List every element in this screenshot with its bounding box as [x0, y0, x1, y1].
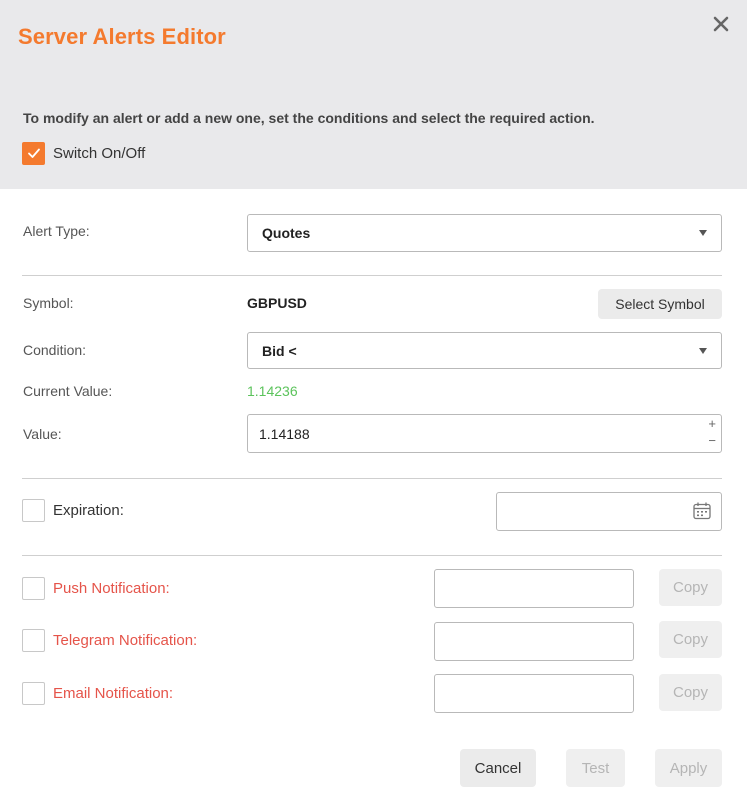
value-input-text[interactable]: 1.14188 [259, 426, 310, 442]
condition-value: Bid < [262, 342, 297, 359]
current-value-label: Current Value: [23, 383, 113, 399]
condition-select[interactable]: Bid < [247, 332, 722, 369]
divider [22, 478, 722, 479]
expiration-date-input[interactable] [496, 492, 722, 531]
apply-button[interactable]: Apply [655, 749, 722, 787]
alert-type-label: Alert Type: [23, 223, 90, 239]
dialog-instructions: To modify an alert or add a new one, set… [23, 110, 595, 126]
calendar-icon[interactable] [692, 501, 712, 526]
chevron-down-icon [699, 347, 707, 354]
select-symbol-button[interactable]: Select Symbol [598, 289, 722, 319]
chevron-down-icon [699, 230, 707, 236]
push-notification-checkbox[interactable] [22, 577, 45, 600]
divider [22, 275, 722, 276]
telegram-notification-label: Telegram Notification: [53, 632, 198, 649]
value-stepper[interactable]: 1.14188 + − [247, 414, 722, 453]
email-copy-button[interactable]: Copy [659, 674, 722, 711]
push-notification-input[interactable] [434, 569, 634, 608]
cancel-button[interactable]: Cancel [460, 749, 536, 787]
telegram-notification-checkbox[interactable] [22, 629, 45, 652]
telegram-notification-input[interactable] [434, 622, 634, 661]
increment-button[interactable]: + [708, 417, 716, 431]
expiration-label: Expiration: [53, 502, 124, 519]
divider [22, 555, 722, 556]
telegram-copy-button[interactable]: Copy [659, 621, 722, 658]
push-notification-label: Push Notification: [53, 580, 170, 597]
close-icon[interactable] [709, 12, 733, 36]
current-value: 1.14236 [247, 383, 298, 399]
test-button[interactable]: Test [566, 749, 625, 787]
alert-type-select[interactable]: Quotes [247, 214, 722, 252]
switch-checkbox[interactable] [22, 141, 45, 165]
email-notification-input[interactable] [434, 674, 634, 713]
condition-label: Condition: [23, 342, 87, 358]
value-label: Value: [23, 426, 62, 442]
push-copy-button[interactable]: Copy [659, 569, 722, 606]
dialog-header: Server Alerts Editor To modify an alert … [0, 0, 747, 189]
dialog-title: Server Alerts Editor [18, 24, 226, 49]
alert-type-value: Quotes [262, 225, 311, 241]
switch-label: Switch On/Off [53, 144, 146, 162]
decrement-button[interactable]: − [708, 434, 716, 448]
checkmark-icon [27, 148, 40, 158]
email-notification-checkbox[interactable] [22, 682, 45, 705]
symbol-value: GBPUSD [247, 295, 307, 311]
email-notification-label: Email Notification: [53, 685, 174, 702]
switch-on-off[interactable]: Switch On/Off [22, 141, 145, 165]
expiration-checkbox[interactable] [22, 499, 45, 522]
symbol-label: Symbol: [23, 295, 74, 311]
